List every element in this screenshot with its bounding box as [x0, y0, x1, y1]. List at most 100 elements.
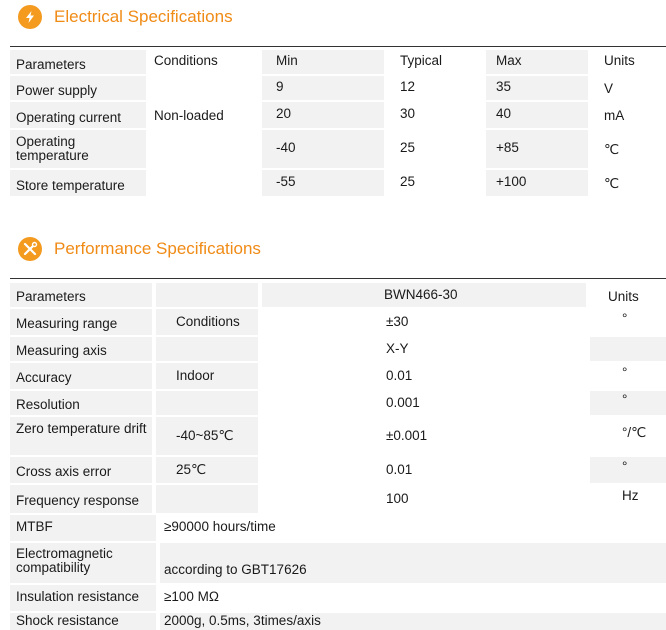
performance-value: 100	[386, 491, 409, 506]
electrical-units-cell: ℃	[592, 170, 666, 196]
table-row: Cross axis error 25℃ 0.01 °	[10, 457, 666, 483]
electrical-header-units: Units	[604, 53, 635, 68]
performance-param-cell: Resolution	[10, 391, 152, 415]
electrical-typical: 25	[400, 174, 416, 189]
table-row: MTBF ≥90000 hours/time	[10, 515, 666, 541]
electrical-typical: 12	[400, 79, 416, 94]
electrical-units: ℃	[604, 176, 620, 191]
performance-wide-value-cell: ≥100 MΩ	[160, 585, 666, 611]
performance-units: Hz	[622, 488, 639, 503]
performance-units-cell	[590, 337, 666, 361]
performance-wide-param-cell: Electromagnetic compatibility	[10, 543, 156, 583]
electrical-param-cell: Store temperature	[10, 170, 146, 196]
electrical-conditions-cell	[150, 130, 258, 168]
electrical-header-typical: Typical	[400, 53, 443, 68]
electrical-section-title: Electrical Specifications	[18, 5, 233, 29]
performance-value-cell: ±30	[262, 309, 586, 335]
performance-conditions-cell	[156, 337, 258, 361]
performance-param: Zero temperature drift	[16, 421, 147, 436]
performance-units: °	[622, 392, 628, 407]
electrical-min: 20	[276, 106, 292, 121]
electrical-conditions: Non-loaded	[154, 108, 224, 123]
table-row: Resolution 0.001 °	[10, 391, 666, 415]
performance-units: °	[622, 459, 628, 474]
electrical-header-min-cell: Min	[262, 50, 384, 74]
table-row: Operating current Non-loaded 20 30 40 mA	[10, 102, 666, 128]
performance-wide-param-cell: Insulation resistance	[10, 585, 156, 611]
electrical-conditions-cell: Non-loaded	[150, 102, 258, 128]
performance-value-cell: X-Y	[262, 337, 586, 361]
electrical-divider	[10, 46, 666, 47]
wrench-screwdriver-icon	[18, 237, 42, 261]
performance-conditions-cell: Conditions	[156, 309, 258, 335]
performance-conditions-cell	[156, 391, 258, 415]
performance-wide-value-cell: 2000g, 0.5ms, 3times/axis	[160, 613, 666, 630]
electrical-header-conditions-cell: Conditions	[150, 50, 258, 74]
electrical-min: -40	[276, 140, 296, 155]
electrical-units-cell: ℃	[592, 130, 666, 168]
performance-section-title: Performance Specifications	[18, 237, 261, 261]
electrical-max-cell: +85	[486, 130, 588, 168]
performance-wide-value: ≥100 MΩ	[164, 589, 220, 604]
performance-param-cell: Accuracy	[10, 363, 152, 389]
performance-header-model: BWN466-30	[384, 287, 458, 302]
electrical-conditions-cell	[150, 76, 258, 100]
performance-header-model-cell: BWN466-30	[262, 283, 586, 307]
electrical-max: 35	[496, 79, 512, 94]
electrical-header-min: Min	[276, 53, 298, 68]
performance-units-cell: Hz	[590, 485, 666, 513]
electrical-typical-cell: 25	[388, 130, 482, 168]
performance-title: Performance Specifications	[54, 239, 261, 258]
electrical-min-cell: 20	[262, 102, 384, 128]
performance-units-cell: °	[590, 363, 666, 389]
performance-param-cell: Frequency response	[10, 485, 152, 513]
performance-value-cell: ±0.001	[262, 417, 586, 455]
performance-param: Measuring range	[16, 316, 118, 331]
electrical-param-cell: Operating temperature	[10, 130, 146, 168]
performance-conditions: Indoor	[176, 368, 215, 383]
performance-header-units: Units	[608, 289, 639, 304]
electrical-param-cell: Operating current	[10, 102, 146, 128]
performance-units-cell: °	[590, 457, 666, 483]
performance-value: 0.01	[386, 462, 413, 477]
performance-conditions: 25℃	[176, 462, 207, 477]
electrical-units-cell: mA	[592, 102, 666, 128]
table-row: Insulation resistance ≥100 MΩ	[10, 585, 666, 611]
performance-value: ±0.001	[386, 428, 428, 443]
performance-param-cell: Zero temperature drift	[10, 417, 152, 455]
performance-header-units-cell: Units	[590, 283, 666, 307]
performance-wide-param: Electromagnetic compatibility	[16, 546, 113, 575]
performance-units: °	[622, 365, 628, 380]
electrical-header-typical-cell: Typical	[388, 50, 482, 74]
lightning-icon	[18, 5, 42, 29]
table-row: Operating temperature -40 25 +85 ℃	[10, 130, 666, 168]
performance-wide-param: Shock resistance	[16, 613, 119, 628]
electrical-header-param: Parameters	[16, 57, 86, 72]
performance-header-param-cell: Parameters	[10, 283, 152, 307]
electrical-header-units-cell: Units	[592, 50, 666, 74]
performance-param: Measuring axis	[16, 343, 107, 358]
performance-value: 0.01	[386, 368, 413, 383]
performance-header-conditions-cell	[156, 283, 258, 307]
electrical-param: Power supply	[16, 83, 98, 98]
electrical-units: ℃	[604, 142, 620, 157]
performance-value: 0.001	[386, 395, 420, 410]
electrical-header-max: Max	[496, 53, 522, 68]
electrical-min-cell: -55	[262, 170, 384, 196]
electrical-param-cell: Power supply	[10, 76, 146, 100]
table-row: Measuring axis X-Y	[10, 337, 666, 361]
electrical-min: -55	[276, 174, 296, 189]
performance-value-cell: 0.01	[262, 363, 586, 389]
performance-wide-value-cell: according to GBT17626	[160, 543, 666, 583]
table-row: Zero temperature drift -40~85℃ ±0.001 °/℃	[10, 417, 666, 455]
table-row: Store temperature -55 25 +100 ℃	[10, 170, 666, 196]
electrical-param: Store temperature	[16, 178, 125, 193]
performance-conditions-cell: 25℃	[156, 457, 258, 483]
electrical-typical-cell: 12	[388, 76, 482, 100]
performance-wide-value-cell: ≥90000 hours/time	[160, 515, 666, 541]
electrical-title: Electrical Specifications	[54, 7, 233, 26]
performance-header-row: Parameters BWN466-30 Units	[10, 283, 666, 307]
performance-value-cell: 0.001	[262, 391, 586, 415]
performance-conditions: -40~85℃	[176, 428, 234, 443]
performance-value: ±30	[386, 314, 409, 329]
